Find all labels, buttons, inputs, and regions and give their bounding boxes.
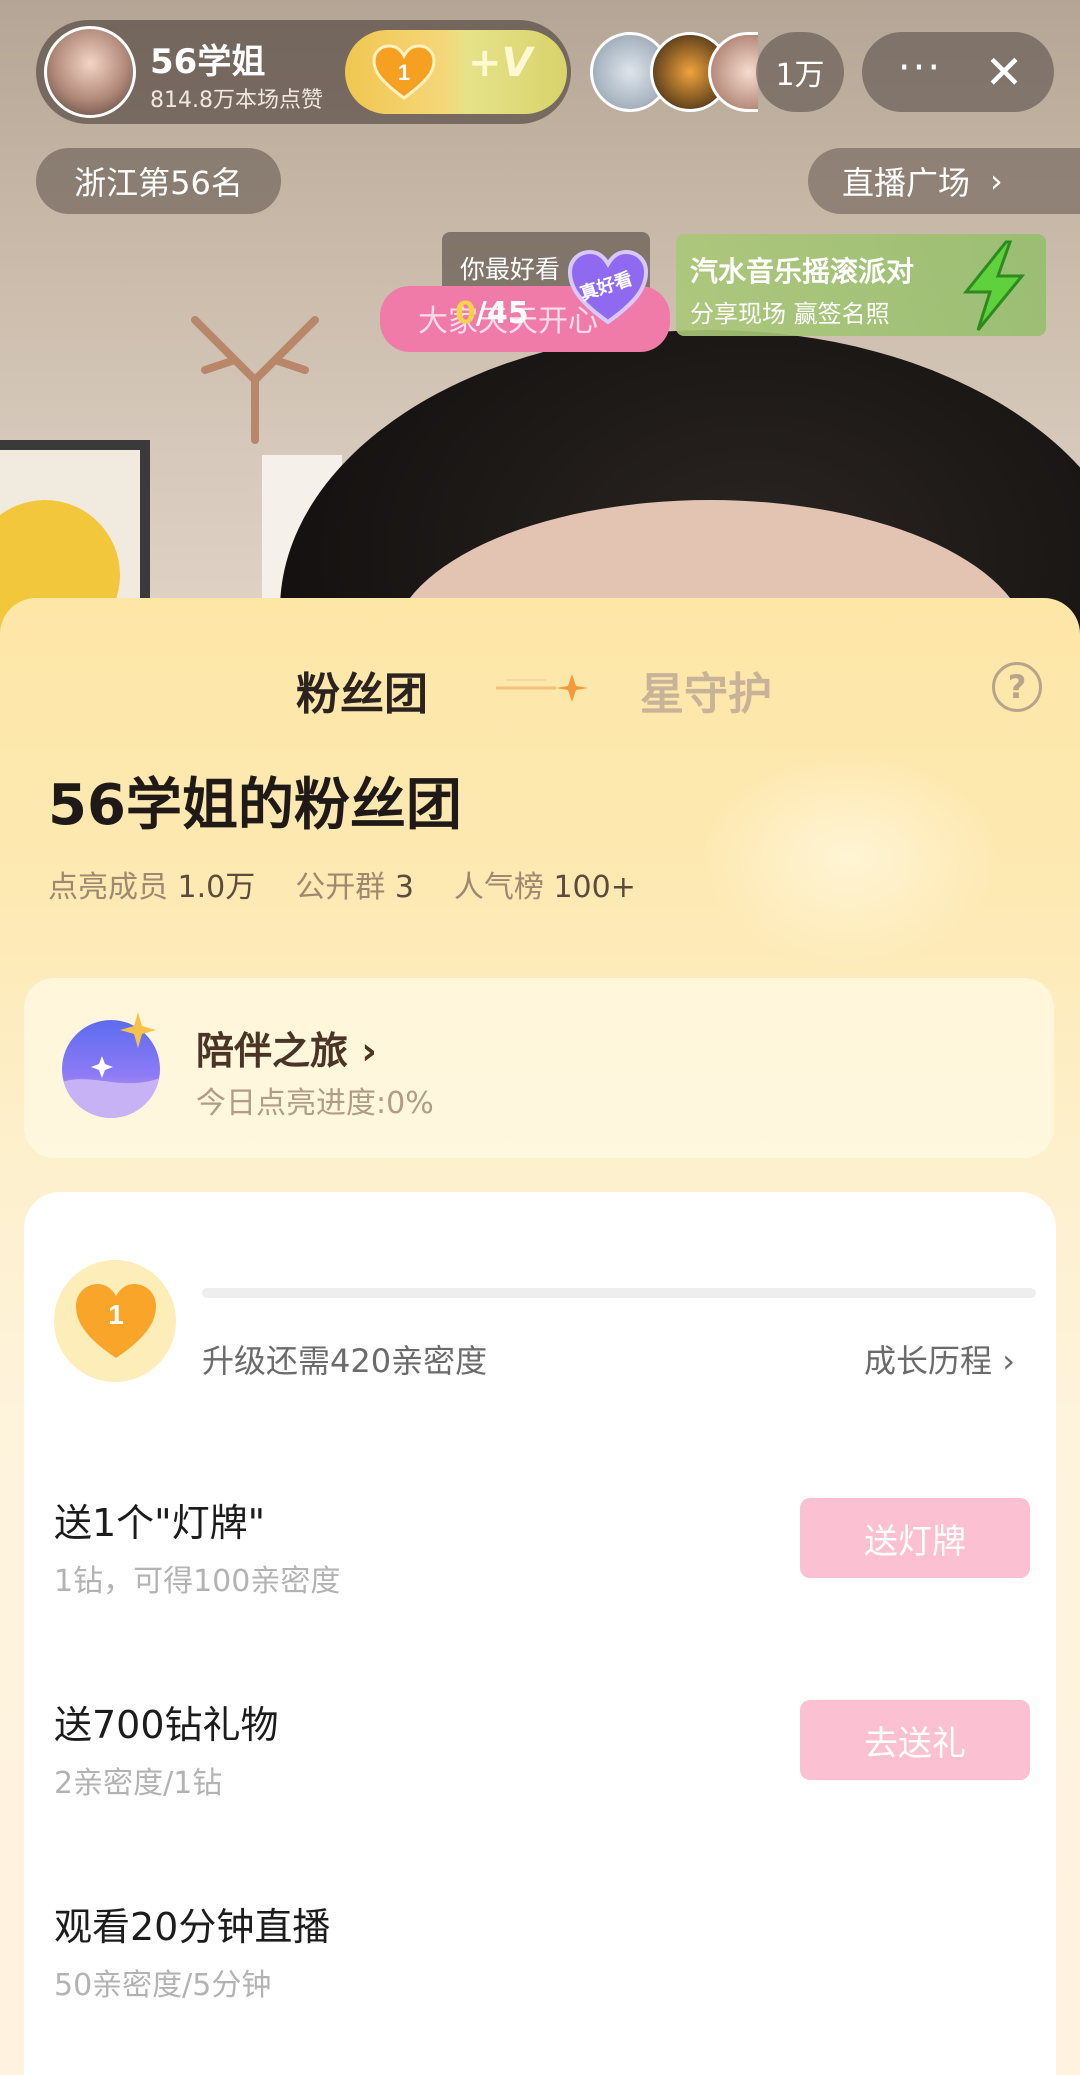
you-look-best-title: 你最好看 xyxy=(460,255,561,284)
companion-journey-title[interactable]: 陪伴之旅 › xyxy=(196,1020,377,1075)
stat-value: 100+ xyxy=(553,870,636,905)
viewer-count-button[interactable]: 1万 xyxy=(756,32,844,112)
fan-club-title: 56学姐的粉丝团 xyxy=(48,773,462,838)
chevron-right-icon: › xyxy=(361,1029,377,1073)
host-avatar[interactable] xyxy=(44,26,136,118)
task-title: 观看20分钟直播 xyxy=(54,1905,331,1949)
stat-label: 点亮成员 xyxy=(48,870,168,905)
task-subtitle: 2亲密度/1钻 xyxy=(54,1766,223,1801)
daily-progress-text: 今日点亮进度:0% xyxy=(196,1086,434,1121)
send-gift-button[interactable]: 去送礼 xyxy=(800,1700,1030,1780)
fan-badge-level: 1 xyxy=(398,60,410,85)
stat-label: 人气榜 xyxy=(453,870,544,905)
stat-public-groups[interactable]: 公开群 3 xyxy=(295,862,414,906)
level-progress-bar xyxy=(202,1288,1036,1298)
task-title: 送700钻礼物 xyxy=(54,1703,279,1747)
task-subtitle: 50亲密度/5分钟 xyxy=(54,1968,272,2003)
vip-plus-label: +V xyxy=(468,40,533,86)
stat-value: 3 xyxy=(394,870,414,905)
stat-lit-members[interactable]: 点亮成员 1.0万 xyxy=(48,862,255,906)
companion-journey-card[interactable] xyxy=(24,978,1054,1158)
task-title: 送1个"灯牌" xyxy=(54,1501,266,1545)
chevron-right-icon: › xyxy=(1002,1342,1015,1380)
upgrade-requirement: 升级还需420亲密度 xyxy=(202,1342,488,1380)
antler-decoration xyxy=(191,316,319,444)
fan-club-panel: 粉丝团 星守护 ? 56学姐的粉丝团 点亮成员 1.0万 公开群 3 人气榜 1… xyxy=(0,598,1080,2075)
help-icon[interactable]: ? xyxy=(992,662,1042,712)
more-options-icon[interactable]: ··· xyxy=(885,44,955,100)
tab-star-guard[interactable]: 星守护 xyxy=(640,658,772,722)
fan-club-stats: 点亮成员 1.0万 公开群 3 人气榜 100+ xyxy=(48,862,636,906)
stat-label: 公开群 xyxy=(295,870,386,905)
you-look-best-counter: 0/45 xyxy=(455,296,529,331)
lightning-icon xyxy=(962,240,1026,331)
task-subtitle: 1钻，可得100亲密度 xyxy=(54,1564,341,1599)
send-light-badge-button[interactable]: 送灯牌 xyxy=(800,1498,1030,1578)
heart-gift-icon: 真好看 xyxy=(567,249,649,325)
tab-divider-icon xyxy=(496,674,588,702)
fan-badge-heart-icon: 1 xyxy=(372,44,436,100)
stat-value: 1.0万 xyxy=(177,870,256,905)
rank-badge[interactable]: 浙江第56名 xyxy=(36,148,281,214)
stat-popularity-rank[interactable]: 人气榜 100+ xyxy=(454,862,636,906)
live-plaza-button[interactable]: 直播广场 › xyxy=(808,148,1080,214)
tab-fan-club[interactable]: 粉丝团 xyxy=(296,658,428,722)
close-icon[interactable]: ✕ xyxy=(974,42,1034,102)
panel-decoration xyxy=(700,748,1000,968)
growth-history-link[interactable]: 成长历程 › xyxy=(864,1336,1015,1382)
host-name: 56学姐 xyxy=(150,42,266,82)
host-likes-count: 814.8万本场点赞 xyxy=(150,88,323,113)
chevron-right-icon: › xyxy=(990,162,1003,200)
counter-current: 0 xyxy=(455,296,476,331)
music-party-title: 汽水音乐摇滚派对 xyxy=(690,255,915,288)
live-plaza-label: 直播广场 xyxy=(842,164,971,202)
level-heart-icon: 1 xyxy=(76,1284,156,1358)
sparkle-icon xyxy=(120,1012,156,1048)
growth-history-label: 成长历程 xyxy=(864,1342,993,1380)
counter-total: /45 xyxy=(475,296,529,331)
level-value: 1 xyxy=(108,1299,124,1330)
companion-journey-label: 陪伴之旅 xyxy=(196,1029,349,1073)
music-party-subtitle: 分享现场 赢签名照 xyxy=(690,300,890,328)
